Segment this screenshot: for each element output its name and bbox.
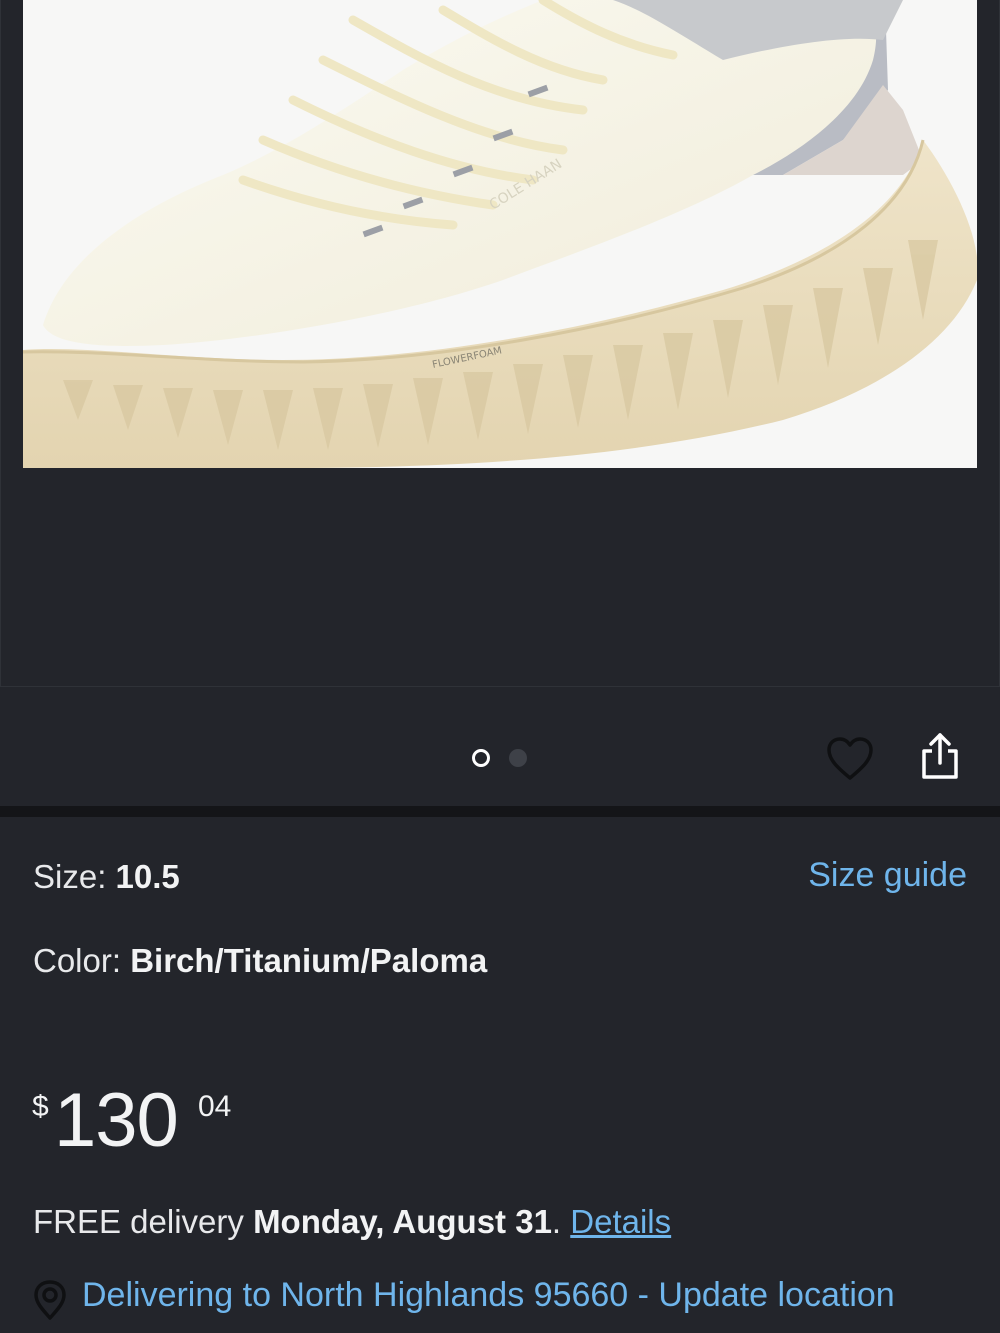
price-whole: 130	[54, 1078, 179, 1163]
section-divider	[0, 806, 1000, 817]
carousel-dot[interactable]	[509, 749, 527, 767]
size-selection: Size: 10.5	[33, 858, 180, 896]
price-currency: $	[32, 1090, 49, 1123]
delivery-suffix: .	[551, 1203, 571, 1240]
delivery-prefix: FREE delivery	[33, 1203, 254, 1240]
heart-icon[interactable]	[826, 736, 874, 782]
product-image[interactable]: COLE HAAN FLOWERFOAM	[23, 0, 977, 468]
size-guide-link[interactable]: Size guide	[808, 856, 967, 895]
delivery-info: FREE delivery Monday, August 31. Details	[33, 1203, 671, 1241]
color-value: Birch/Titanium/Paloma	[130, 942, 488, 979]
sneaker-illustration: COLE HAAN FLOWERFOAM	[23, 0, 977, 468]
size-label: Size:	[33, 858, 116, 895]
color-label: Color:	[33, 942, 131, 979]
size-value: 10.5	[115, 858, 180, 895]
color-selection: Color: Birch/Titanium/Paloma	[33, 942, 487, 980]
price-fraction: 04	[198, 1090, 232, 1123]
product-page: COLE HAAN FLOWERFOAM Size: 10.5 Size gui…	[0, 0, 1000, 1333]
carousel-dot-active[interactable]	[472, 749, 490, 767]
delivery-details-link[interactable]: Details	[570, 1203, 671, 1240]
location-pin-icon	[34, 1280, 66, 1320]
share-icon[interactable]	[918, 731, 962, 781]
image-gallery[interactable]: COLE HAAN FLOWERFOAM	[0, 0, 1000, 690]
location-link[interactable]: Delivering to North Highlands 95660 - Up…	[82, 1276, 895, 1315]
delivery-date: Monday, August 31	[253, 1203, 552, 1240]
